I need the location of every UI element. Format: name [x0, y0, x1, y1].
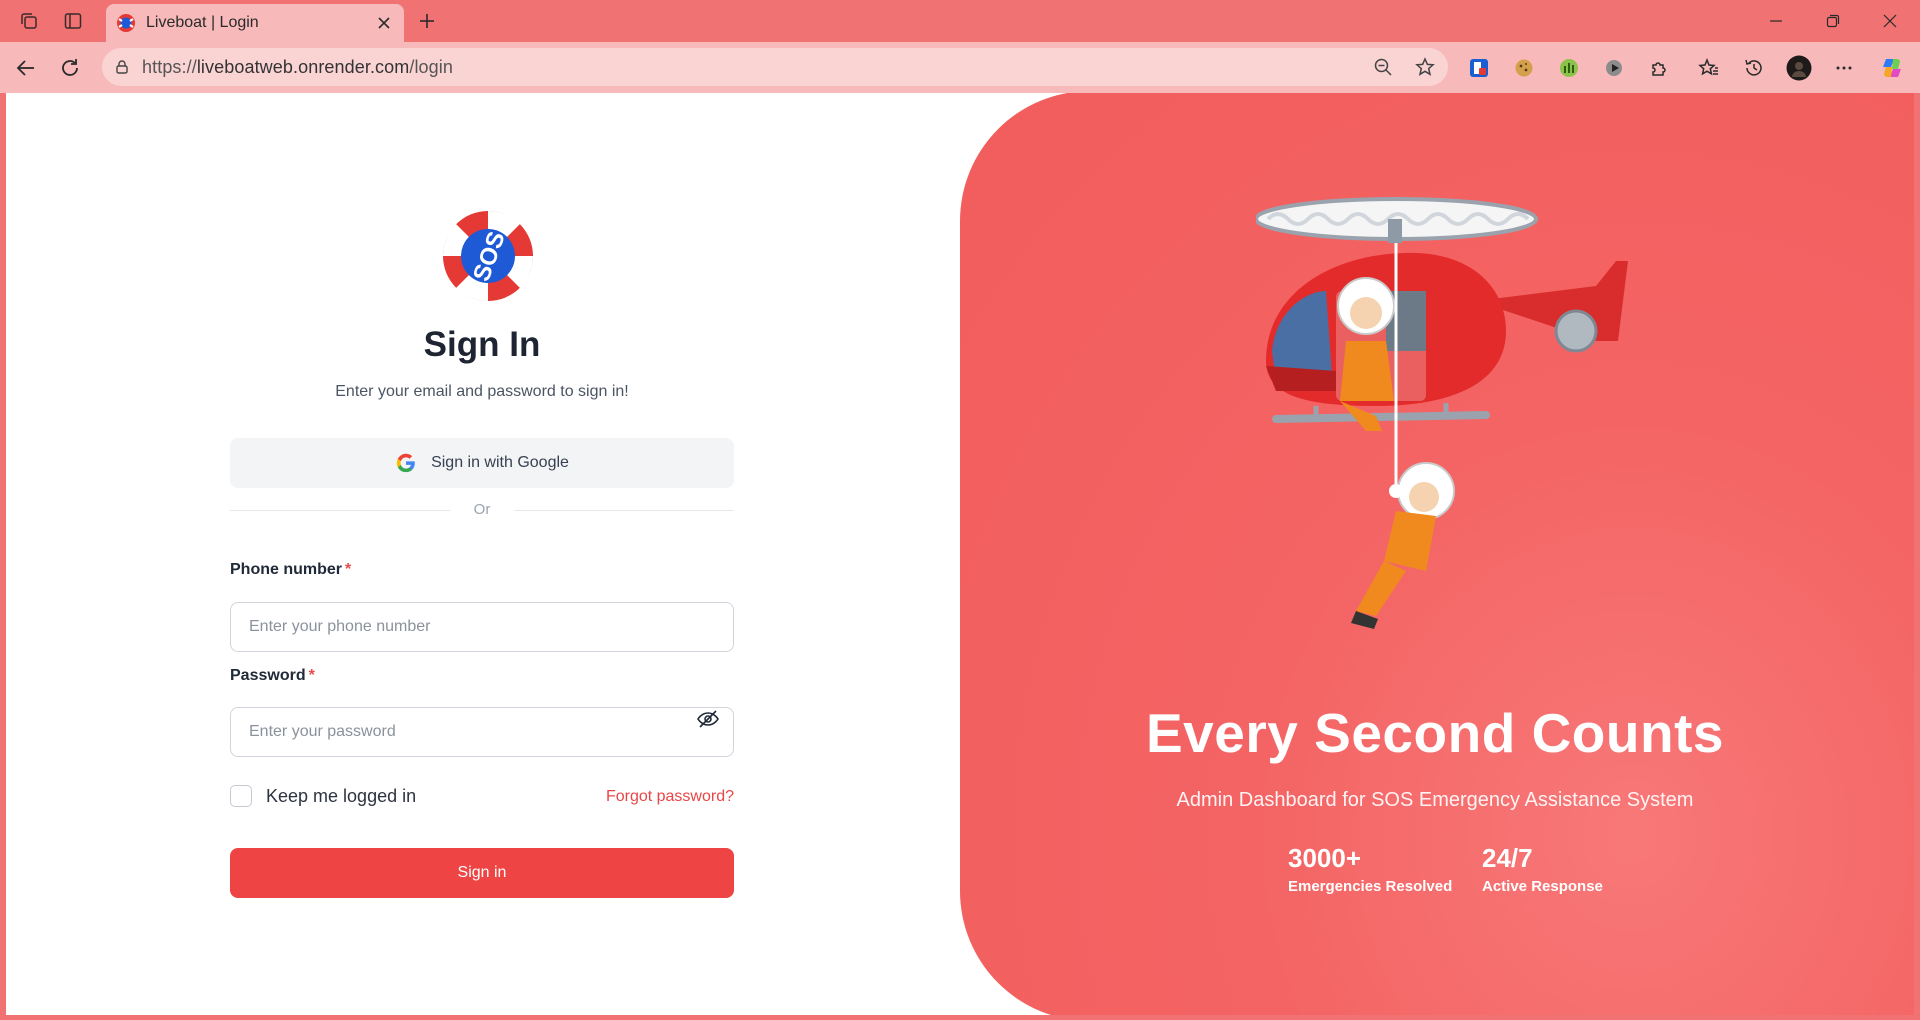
back-icon[interactable] — [12, 54, 40, 82]
google-signin-label: Sign in with Google — [431, 454, 569, 471]
divider-line-right — [514, 510, 734, 511]
phone-input[interactable] — [230, 602, 734, 652]
password-label: Password * — [230, 667, 315, 685]
minimize-icon[interactable] — [1762, 8, 1790, 34]
required-marker: * — [308, 667, 315, 684]
stat-response: 24/7 Active Response — [1482, 843, 1603, 895]
google-icon — [396, 453, 415, 473]
hero-title: Every Second Counts — [1146, 702, 1724, 764]
restore-icon[interactable] — [1819, 8, 1847, 34]
zoom-out-icon[interactable] — [1372, 56, 1394, 78]
rescue-helicopter-illustration — [1256, 197, 1628, 629]
more-icon[interactable] — [1831, 55, 1857, 81]
hero-subtitle: Admin Dashboard for SOS Emergency Assist… — [1176, 789, 1694, 811]
media-extension-icon[interactable] — [1601, 55, 1627, 81]
tab-title: Liveboat | Login — [146, 14, 259, 31]
close-icon[interactable] — [372, 11, 396, 35]
url-bar[interactable]: https://liveboatweb.onrender.com/login — [102, 48, 1448, 86]
profile-avatar[interactable] — [1786, 55, 1812, 81]
page-subtitle: Enter your email and password to sign in… — [335, 383, 629, 400]
password-label-text: Password — [230, 667, 306, 684]
copilot-icon[interactable] — [1879, 55, 1905, 81]
google-signin-button[interactable]: Sign in with Google — [230, 438, 734, 488]
favorite-star-icon[interactable] — [1414, 56, 1436, 78]
tab-actions-icon[interactable] — [60, 8, 86, 34]
stat-emergencies: 3000+ Emergencies Resolved — [1288, 843, 1452, 895]
eye-off-icon[interactable] — [694, 705, 722, 733]
new-tab-icon[interactable] — [414, 8, 440, 34]
stat-value: 24/7 — [1482, 843, 1533, 873]
favorites-icon[interactable] — [1696, 55, 1722, 81]
close-window-icon[interactable] — [1876, 8, 1904, 34]
password-input[interactable] — [230, 707, 734, 757]
hero-panel: Every Second Counts Admin Dashboard for … — [960, 93, 1914, 1015]
sign-in-button[interactable]: Sign in — [230, 848, 734, 898]
site-info-icon[interactable] — [112, 57, 132, 77]
phone-label: Phone number * — [230, 561, 351, 579]
extensions-icon[interactable] — [1646, 55, 1672, 81]
browser-toolbar: https://liveboatweb.onrender.com/login — [0, 42, 1920, 93]
history-icon[interactable] — [1741, 55, 1767, 81]
sos-lifebuoy-logo: SOS — [442, 210, 534, 302]
stat-value: 3000+ — [1288, 843, 1362, 873]
url-text: https://liveboatweb.onrender.com/login — [142, 57, 453, 78]
forgot-password-link[interactable]: Forgot password? — [606, 788, 734, 806]
stat-label: Emergencies Resolved — [1288, 878, 1453, 895]
keep-logged-in-label: Keep me logged in — [266, 786, 417, 806]
browser-tab-bar: Liveboat | Login — [0, 0, 1920, 42]
stat-label: Active Response — [1482, 878, 1603, 895]
keep-logged-in-checkbox[interactable] — [230, 785, 252, 807]
cookie-extension-icon[interactable] — [1511, 55, 1537, 81]
phone-label-text: Phone number — [230, 561, 343, 578]
sos-favicon-icon — [117, 14, 135, 32]
url-path: /login — [409, 57, 453, 77]
required-marker: * — [345, 561, 352, 578]
page-viewport: SOS Sign In Enter your email and passwor… — [6, 93, 1914, 1015]
page-title: Sign In — [423, 325, 541, 364]
stats-extension-icon[interactable] — [1556, 55, 1582, 81]
url-scheme: https:// — [142, 57, 197, 77]
password-manager-extension-icon[interactable] — [1466, 55, 1492, 81]
url-host: liveboatweb.onrender.com — [196, 57, 410, 77]
workspaces-icon[interactable] — [16, 8, 42, 34]
or-divider: Or — [230, 499, 734, 521]
refresh-icon[interactable] — [56, 54, 84, 82]
active-tab[interactable]: Liveboat | Login — [106, 4, 404, 42]
